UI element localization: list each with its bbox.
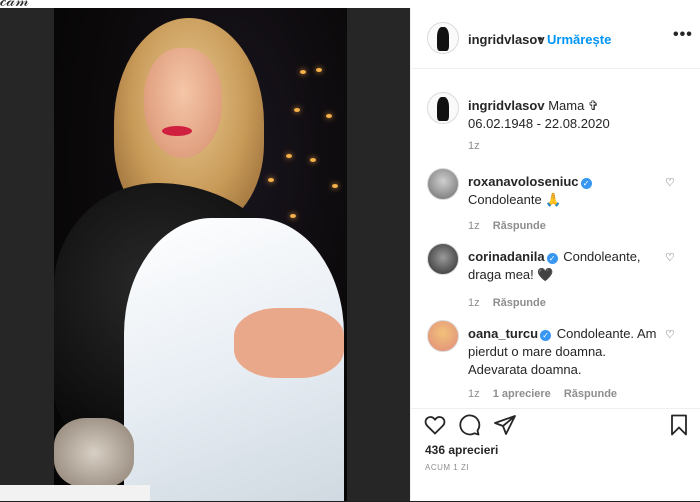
post-photo[interactable] — [54, 8, 347, 501]
media-letterbox-right — [347, 8, 410, 501]
caption-dates: 06.02.1948 - 22.08.2020 — [468, 116, 610, 131]
comment-username[interactable]: roxanavoloseniuc — [468, 174, 579, 189]
likes-count[interactable]: 436 aprecieri — [425, 443, 498, 457]
comment-icon[interactable] — [457, 413, 481, 437]
post-time-ago[interactable]: ACUM 1 ZI — [425, 463, 469, 472]
comment-time[interactable]: 1z — [468, 388, 480, 400]
comment-meta: 1z 1 apreciere Răspunde — [468, 388, 617, 400]
reply-button[interactable]: Răspunde — [564, 388, 617, 400]
comment-text: Condoleante 🙏 — [468, 192, 562, 207]
share-icon[interactable] — [493, 413, 517, 437]
comment-likes-count[interactable]: 1 apreciere — [493, 388, 551, 400]
post-media-area — [0, 8, 410, 501]
verified-badge-icon: ✓ — [546, 253, 558, 264]
reply-button[interactable]: Răspunde — [493, 297, 546, 309]
comment-text-block: corinadanila ✓ Condoleante, draga mea! 🖤 — [468, 248, 668, 284]
photo-face — [144, 48, 222, 158]
separator-dot: • — [538, 31, 543, 46]
caption-meta: 1z — [468, 140, 480, 152]
verified-badge-icon: ✓ — [580, 178, 592, 189]
media-letterbox-left — [0, 8, 54, 501]
comment-text-block: oana_turcu ✓ Condoleante. Am pierdut o ma… — [468, 325, 668, 379]
author-avatar[interactable] — [427, 22, 459, 54]
caption-text-block: ingridvlasov Mama ✞ 06.02.1948 - 22.08.2… — [468, 97, 668, 133]
author-username[interactable]: ingridvlasov — [468, 32, 545, 47]
comment-like-heart-icon[interactable]: ♡ — [665, 328, 675, 341]
bookmark-icon[interactable] — [667, 413, 691, 437]
commenter-avatar[interactable] — [427, 320, 459, 352]
verified-badge-icon: ✓ — [540, 330, 552, 341]
heart-icon[interactable] — [423, 413, 447, 437]
comment-meta: 1z Răspunde — [468, 297, 546, 309]
photo-arm — [234, 308, 344, 378]
follow-button[interactable]: Urmărește — [547, 32, 611, 47]
caption-time[interactable]: 1z — [468, 140, 480, 152]
caption-text: Mama ✞ — [548, 98, 599, 113]
reply-button[interactable]: Răspunde — [493, 220, 546, 232]
post-side-panel: ingridvlasov • Urmărește ••• ingridvlaso… — [410, 8, 700, 501]
comment-username[interactable]: oana_turcu — [468, 326, 538, 341]
post-header: ingridvlasov • Urmărește ••• — [411, 8, 700, 69]
comment-time[interactable]: 1z — [468, 220, 480, 232]
comment-like-heart-icon[interactable]: ♡ — [665, 251, 675, 264]
caption-avatar[interactable] — [427, 92, 459, 124]
more-options-icon[interactable]: ••• — [673, 26, 693, 44]
comment-username[interactable]: corinadanila — [468, 249, 545, 264]
comments-list: ingridvlasov Mama ✞ 06.02.1948 - 22.08.2… — [411, 68, 700, 408]
comment-time[interactable]: 1z — [468, 297, 480, 309]
commenter-avatar[interactable] — [427, 243, 459, 275]
top-bar: 𝒸𝒶𝓂 — [0, 0, 700, 10]
post-actions: 436 aprecieri ACUM 1 ZI — [411, 408, 700, 502]
commenter-avatar[interactable] — [427, 168, 459, 200]
comment-text-block: roxanavoloseniuc ✓ Condoleante 🙏 — [468, 173, 668, 209]
bottom-strip — [0, 485, 150, 501]
caption-username[interactable]: ingridvlasov — [468, 98, 545, 113]
photo-lips — [162, 126, 192, 136]
photo-handbag — [54, 418, 134, 488]
comment-like-heart-icon[interactable]: ♡ — [665, 176, 675, 189]
comment-meta: 1z Răspunde — [468, 220, 546, 232]
